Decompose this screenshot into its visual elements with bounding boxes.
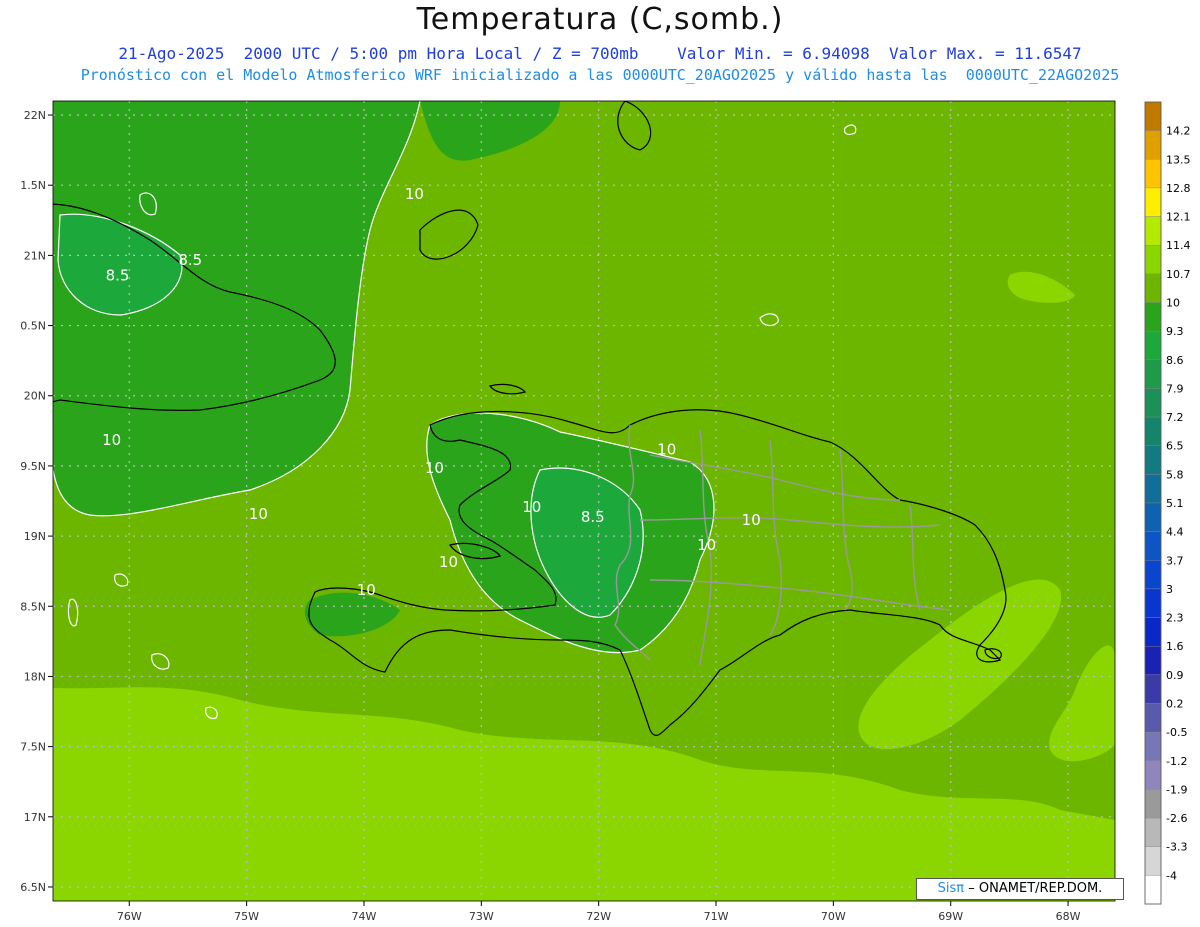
colorbar-swatch [1144,245,1162,275]
lon-tick-label: 73W [469,910,494,923]
colorbar-label: 2.3 [1166,612,1184,625]
colorbar-label: 1.6 [1166,640,1184,653]
colorbar-label: 3.7 [1166,554,1184,567]
colorbar-swatch [1144,531,1162,561]
colorbar-label: 8.6 [1166,354,1184,367]
temperature-shading [53,101,1115,901]
contour-label: 8.5 [106,267,130,285]
colorbar-swatch [1144,875,1162,905]
colorbar-label: 12.1 [1166,211,1191,224]
colorbar-label: 10.7 [1166,268,1191,281]
colorbar-label: 7.9 [1166,382,1184,395]
colorbar-label: 14.2 [1166,125,1191,138]
colorbar-label: 6.5 [1166,440,1184,453]
colorbar-swatch [1144,130,1162,160]
credit-brand: Sisπ [937,881,965,896]
lon-tick-label: 72W [586,910,611,923]
lat-tick-label: 20N [24,390,46,403]
colorbar-label: -0.5 [1166,726,1187,739]
credit-box: Sisπ – ONAMET/REP.DOM. [916,878,1124,900]
lon-tick-label: 76W [117,910,142,923]
colorbar-label: 3 [1166,583,1173,596]
lon-tick-label: 75W [234,910,259,923]
colorbar-label: 0.9 [1166,669,1184,682]
colorbar-label: 5.1 [1166,497,1184,510]
colorbar-label: -4 [1166,869,1177,882]
colorbar-label: 13.5 [1166,153,1191,166]
colorbar-label: 7.2 [1166,411,1184,424]
colorbar-swatch [1144,159,1162,189]
lat-tick-label: 8.5N [20,600,46,613]
lon-tick-label: 69W [938,910,963,923]
lon-tick-label: 70W [821,910,846,923]
colorbar-swatch [1144,359,1162,389]
contour-label: 8.5 [581,508,605,526]
lat-tick-label: 1.5N [20,179,46,192]
colorbar-swatch [1144,216,1162,246]
lat-tick-label: 21N [24,249,46,262]
temperature-map: 8.5 8.5 10 10 10 10 10 8.5 10 10 10 10 10 76W 75W 74W 7… [20,100,1191,923]
contour-label: 10 [249,505,268,523]
colorbar-swatch [1144,617,1162,647]
lon-tick-label: 74W [352,910,377,923]
colorbar-label: 12.8 [1166,182,1191,195]
colorbar-swatch [1144,646,1162,676]
credit-text: – ONAMET/REP.DOM. [968,881,1103,896]
colorbar-label: 4.4 [1166,526,1184,539]
colorbar-label: 9.3 [1166,325,1184,338]
contour-label: 10 [522,498,541,516]
lat-tick-label: 17N [24,811,46,824]
contour-label: 10 [425,459,444,477]
lat-tick-label: 6.5N [20,881,46,894]
colorbar-swatch [1144,817,1162,847]
colorbar-label: 5.8 [1166,468,1184,481]
colorbar-swatch [1144,703,1162,733]
lat-tick-label: 22N [24,109,46,122]
colorbar-swatch [1144,330,1162,360]
colorbar-swatch [1144,388,1162,418]
colorbar-swatch [1144,588,1162,618]
contour-label: 10 [405,185,424,203]
colorbar-swatch [1144,731,1162,761]
colorbar-swatch [1144,187,1162,217]
colorbar-label: 0.2 [1166,698,1184,711]
lat-tick-label: 18N [24,670,46,683]
colorbar-swatch [1144,273,1162,303]
colorbar-swatch [1144,502,1162,532]
contour-label: 10 [697,536,716,554]
lon-tick-label: 71W [704,910,729,923]
colorbar-swatch [1144,416,1162,446]
contour-label: 10 [742,511,761,529]
colorbar-label: 10 [1166,297,1180,310]
colorbar-swatch [1144,101,1162,131]
colorbar-swatch [1144,674,1162,704]
colorbar-label: 11.4 [1166,239,1191,252]
colorbar-label: -1.9 [1166,783,1187,796]
lat-tick-label: 19N [24,530,46,543]
lon-tick-label: 68W [1056,910,1081,923]
contour-label: 8.5 [178,251,202,269]
contour-label: 10 [439,553,458,571]
colorbar-swatch [1144,302,1162,332]
lat-tick-label: 0.5N [20,320,46,333]
colorbar-swatch [1144,474,1162,504]
contour-label: 10 [657,441,676,459]
lat-tick-label: 9.5N [20,460,46,473]
contour-label: 10 [102,431,121,449]
colorbar-label: -2.6 [1166,812,1187,825]
colorbar: 14.2 13.5 12.8 12.1 11.4 10.7 10 9.3 8.6 7.9 7.2 6.… [1144,101,1191,905]
colorbar-swatch [1144,445,1162,475]
colorbar-label: -1.2 [1166,755,1187,768]
colorbar-label: -3.3 [1166,841,1187,854]
lat-tick-label: 7.5N [20,741,46,754]
contour-label: 10 [357,581,376,599]
colorbar-swatch [1144,560,1162,590]
colorbar-swatch [1144,789,1162,819]
colorbar-swatch [1144,760,1162,790]
colorbar-swatch [1144,846,1162,876]
